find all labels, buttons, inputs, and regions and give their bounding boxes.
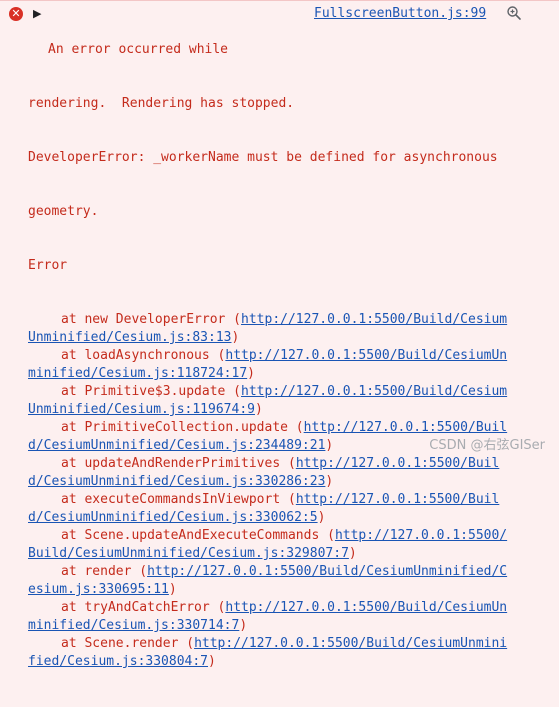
frame-url-link[interactable]: http://127.0.0.1:5500/Build/CesiumUn [225,348,507,363]
stack-frame-continuation: d/CesiumUnminified/Cesium.js:330286:23) [28,473,548,491]
frame-url-link[interactable]: esium.js:330695:11 [28,582,169,597]
stack-frame: at loadAsynchronous (http://127.0.0.1:55… [28,347,548,365]
stack-frame: at Scene.render (http://127.0.0.1:5500/B… [28,635,548,653]
frame-function: at Primitive$3.update ( [61,384,242,399]
message-line: Error [28,258,68,273]
error-message: An error occurred while rendering. Rende… [28,5,548,707]
stack-frame-continuation: Unminified/Cesium.js:83:13) [28,329,548,347]
message-line: rendering. Rendering has stopped. [28,96,295,111]
watermark: CSDN @右弦GISer [429,438,545,453]
frame-close-paren: ) [231,330,240,345]
frame-url-link[interactable]: http://127.0.0.1:5500/Build/CesiumUn [225,600,507,615]
frame-url-link[interactable]: d/CesiumUnminified/Cesium.js:330286:23 [28,474,325,489]
frame-url-link[interactable]: Unminified/Cesium.js:119674:9 [28,402,255,417]
message-line: DeveloperError: _workerName must be defi… [28,150,498,165]
frame-close-paren: ) [208,654,216,669]
frame-function: at PrimitiveCollection.update ( [61,420,304,435]
frame-function: at executeCommandsInViewport ( [61,492,296,507]
frame-function: at updateAndRenderPrimitives ( [61,456,296,471]
frame-url-link[interactable]: http://127.0.0.1:5500/Buil [296,456,500,471]
frame-close-paren: ) [247,366,255,381]
frame-url-link[interactable]: minified/Cesium.js:330714:7 [28,618,239,633]
frame-function: at Scene.render ( [61,636,195,651]
frame-url-link[interactable]: d/CesiumUnminified/Cesium.js:234489:21 [28,438,325,453]
frame-url-link[interactable]: http://127.0.0.1:5500/Build/CesiumUnmini [194,636,507,651]
stack-frame-continuation: fied/Cesium.js:330804:7) [28,653,548,671]
frame-close-paren: ) [325,438,334,453]
stack-frame-continuation: minified/Cesium.js:330714:7) [28,617,548,635]
frame-function: at Scene.updateAndExecuteCommands ( [61,528,335,543]
frame-url-link[interactable]: fied/Cesium.js:330804:7 [28,654,208,669]
stack-frame: at Scene.updateAndExecuteCommands (http:… [28,527,548,545]
stack-frame: at tryAndCatchError (http://127.0.0.1:55… [28,599,548,617]
frame-url-link[interactable]: Unminified/Cesium.js:83:13 [28,330,232,345]
stack-frame-continuation: Unminified/Cesium.js:119674:9) [28,401,548,419]
frame-close-paren: ) [348,546,357,561]
stack-frame-continuation: Build/CesiumUnminified/Cesium.js:329807:… [28,545,548,563]
frame-close-paren: ) [317,510,326,525]
stack-frame: at executeCommandsInViewport (http://127… [28,491,548,509]
frame-url-link[interactable]: minified/Cesium.js:118724:17 [28,366,247,381]
stack-frame: at updateAndRenderPrimitives (http://127… [28,455,548,473]
frame-url-link[interactable]: http://127.0.0.1:5500/Build/Cesium [241,384,507,399]
stack-frame-continuation: minified/Cesium.js:118724:17) [28,365,548,383]
frame-function: at tryAndCatchError ( [61,600,226,615]
message-line: An error occurred while [48,42,229,57]
frame-url-link[interactable]: http://127.0.0.1:5500/Buil [296,492,500,507]
frame-close-paren: ) [239,618,248,633]
frame-url-link[interactable]: http://127.0.0.1:5500/Buil [304,420,508,435]
console-error-entry: ✕ ▶ FullscreenButton.js:99 An error occu… [0,0,559,669]
stack-frame-continuation: esium.js:330695:11) [28,581,548,599]
frame-close-paren: ) [168,582,177,597]
stack-frame: at new DeveloperError (http://127.0.0.1:… [28,311,548,329]
frame-function: at new DeveloperError ( [61,312,242,327]
stack-frame: at render (http://127.0.0.1:5500/Build/C… [28,563,548,581]
frame-function: at loadAsynchronous ( [61,348,226,363]
frame-url-link[interactable]: http://127.0.0.1:5500/ [335,528,507,543]
frame-url-link[interactable]: Build/CesiumUnminified/Cesium.js:329807:… [28,546,349,561]
error-circle-icon: ✕ [9,7,23,21]
frame-url-link[interactable]: http://127.0.0.1:5500/Build/CesiumUnmini… [147,564,507,579]
stack-frame: at Primitive$3.update (http://127.0.0.1:… [28,383,548,401]
frame-url-link[interactable]: d/CesiumUnminified/Cesium.js:330062:5 [28,510,318,525]
frame-close-paren: ) [254,402,263,417]
stack-trace: at new DeveloperError (http://127.0.0.1:… [28,311,548,671]
stack-frame-continuation: d/CesiumUnminified/Cesium.js:330062:5) [28,509,548,527]
frame-function: at render ( [61,564,148,579]
frame-close-paren: ) [325,474,334,489]
frame-url-link[interactable]: http://127.0.0.1:5500/Build/Cesium [241,312,507,327]
message-line: geometry. [28,204,99,219]
